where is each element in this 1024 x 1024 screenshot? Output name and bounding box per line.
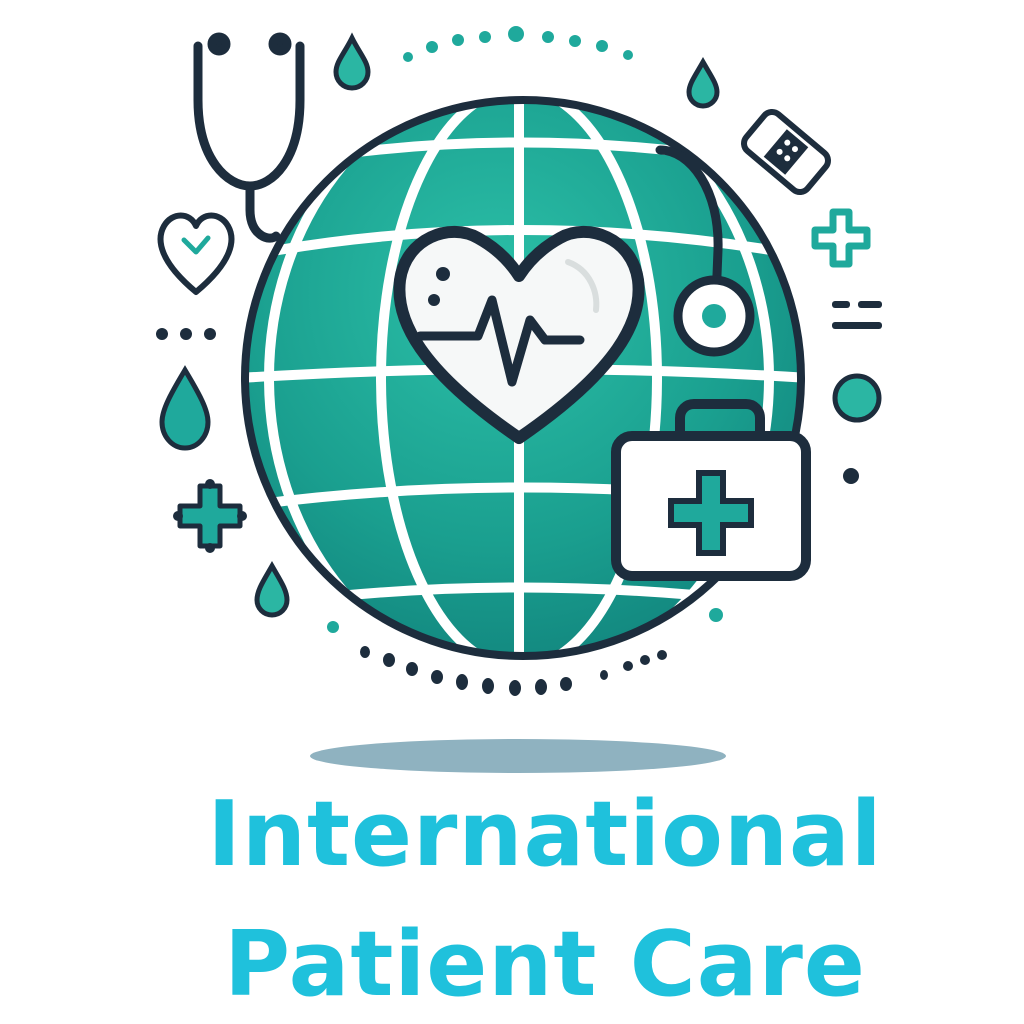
logo-shadow (310, 739, 726, 773)
teal-orb-icon (832, 373, 882, 423)
decorative-dots-top (403, 26, 633, 62)
title-line-patient-care: Patient Care (224, 912, 866, 1017)
logo-artwork (156, 26, 882, 773)
title-line-international: International (207, 782, 883, 887)
bandage-icon (741, 108, 831, 196)
medical-cross-icon (811, 208, 871, 268)
teardrop-gem-icon (159, 365, 211, 451)
logo-canvas: International Patient Care (0, 0, 1024, 1024)
small-heart-icon (157, 212, 235, 295)
virus-cross-icon (173, 479, 247, 553)
